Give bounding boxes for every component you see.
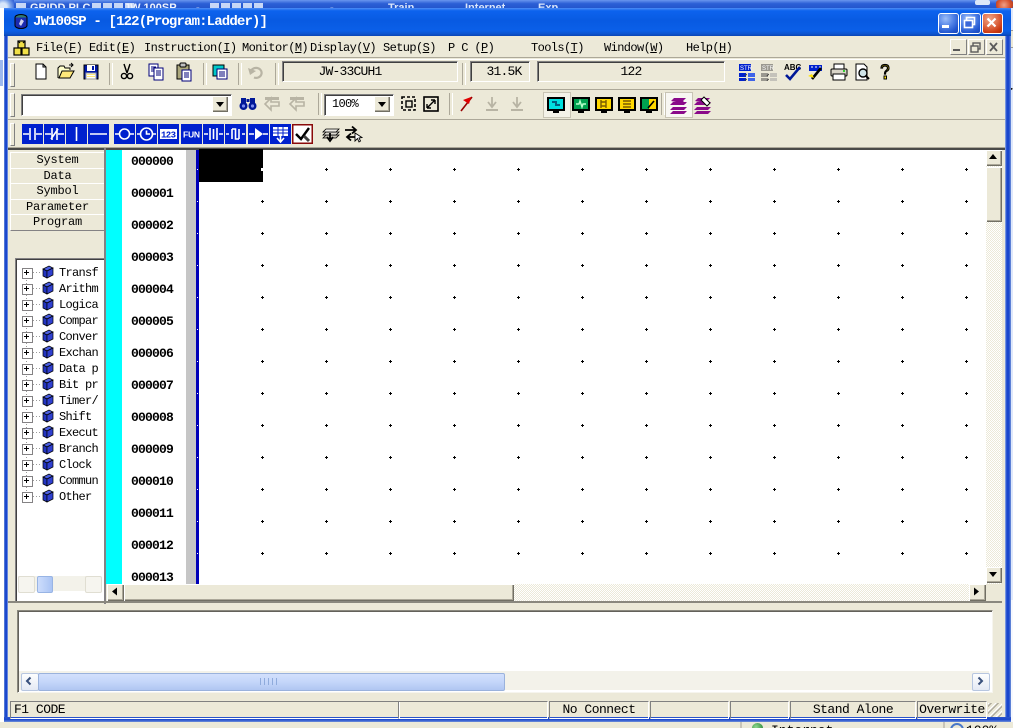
svg-text:FUN: FUN: [183, 130, 200, 140]
svg-text:STR: STR: [740, 66, 753, 72]
svg-text:STR: STR: [762, 66, 775, 72]
svg-text:123: 123: [161, 131, 176, 141]
